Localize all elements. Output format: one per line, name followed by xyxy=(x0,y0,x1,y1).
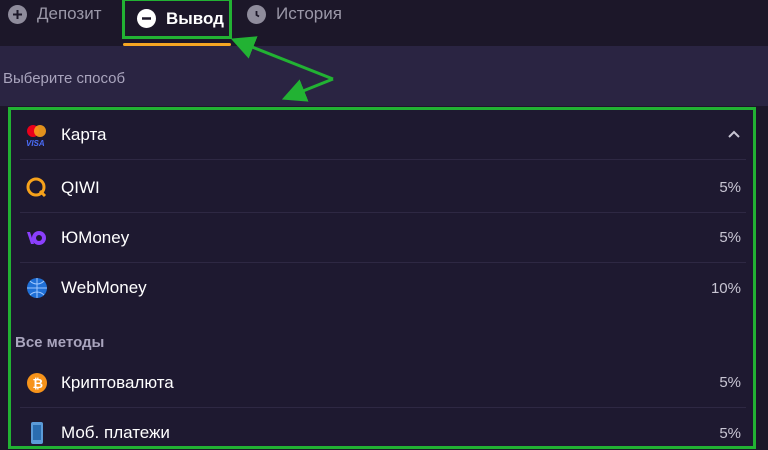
svg-text:₿: ₿ xyxy=(33,376,44,391)
method-card-name: Карта xyxy=(61,124,107,144)
qiwi-icon xyxy=(24,175,50,201)
tab-withdraw-label: Вывод xyxy=(166,8,224,28)
tab-history[interactable]: История xyxy=(247,0,342,34)
method-crypto-name: Криптовалюта xyxy=(61,372,174,392)
phone-icon xyxy=(24,420,50,446)
methods-panel: VISA Карта QIWI 5% ЮMoney 5% WebMoney 10… xyxy=(8,107,756,449)
method-qiwi[interactable]: QIWI 5% xyxy=(20,163,746,213)
plus-icon xyxy=(8,4,27,24)
subheader: Выберите способ xyxy=(0,46,768,106)
method-mobile[interactable]: Моб. платежи 5% xyxy=(20,408,746,450)
method-qiwi-name: QIWI xyxy=(61,177,100,197)
method-webmoney-fee: 10% xyxy=(710,279,741,297)
method-webmoney[interactable]: WebMoney 10% xyxy=(20,263,746,313)
method-yumoney[interactable]: ЮMoney 5% xyxy=(20,213,746,263)
method-crypto[interactable]: ₿ Криптовалюта 5% xyxy=(20,358,746,408)
method-mobile-name: Моб. платежи xyxy=(61,423,170,442)
tab-bar: Депозит Вывод История xyxy=(0,0,768,46)
minus-icon xyxy=(137,9,156,28)
method-mobile-fee: 5% xyxy=(719,424,741,442)
method-qiwi-fee: 5% xyxy=(719,179,741,196)
clock-icon xyxy=(247,4,266,24)
tab-deposit[interactable]: Депозит xyxy=(8,0,102,34)
tab-history-label: История xyxy=(276,4,342,23)
svg-text:VISA: VISA xyxy=(26,139,45,148)
tab-withdraw[interactable]: Вывод xyxy=(122,0,232,39)
method-yumoney-name: ЮMoney xyxy=(61,227,130,247)
yumoney-icon xyxy=(24,225,50,251)
method-crypto-fee: 5% xyxy=(719,374,741,391)
bitcoin-icon: ₿ xyxy=(24,370,50,396)
webmoney-icon xyxy=(24,275,50,301)
method-yumoney-fee: 5% xyxy=(719,229,741,246)
visa-mastercard-icon: VISA xyxy=(24,122,50,148)
tab-deposit-label: Депозит xyxy=(37,4,102,23)
all-methods-title: Все методы xyxy=(15,334,105,351)
method-card[interactable]: VISA Карта xyxy=(20,110,746,160)
chevron-up-icon[interactable] xyxy=(727,126,741,143)
method-webmoney-name: WebMoney xyxy=(61,278,147,297)
choose-method-label: Выберите способ xyxy=(3,70,126,87)
